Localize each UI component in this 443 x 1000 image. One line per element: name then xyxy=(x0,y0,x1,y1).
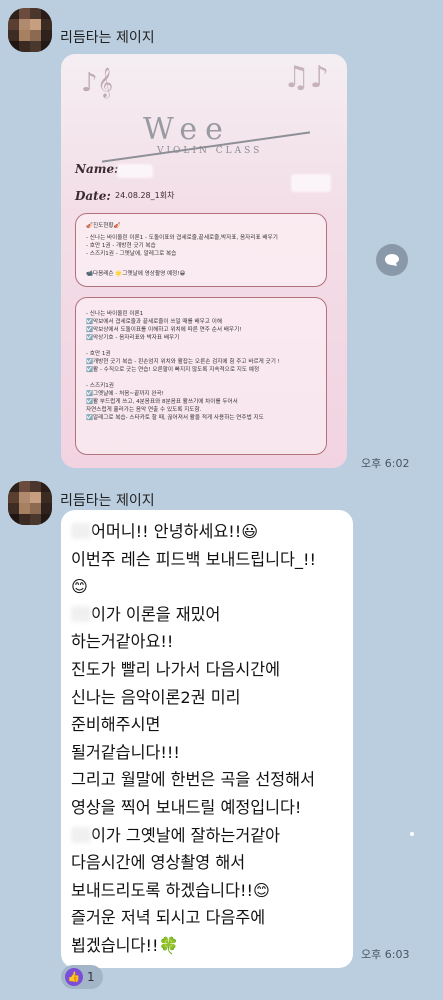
share-button[interactable] xyxy=(376,244,408,276)
sender-name: 리듬타는 제이지 xyxy=(60,493,155,509)
redacted-name xyxy=(71,826,91,843)
reaction-badge[interactable]: 👍 1 xyxy=(61,965,103,989)
redacted-name xyxy=(117,164,153,178)
box-line: ☑️그옛날에 - 처음~끝까지 완곡! xyxy=(86,391,164,397)
thumbs-up-icon: 👍 xyxy=(65,968,83,986)
message-line: 준비해주시면 xyxy=(71,715,161,735)
reaction-count: 1 xyxy=(87,970,95,984)
message-line: 하는거같아요!! xyxy=(71,632,174,652)
box-line: 📹다음레슨 🌟그옛날에 영상촬영 예정!😁 xyxy=(86,271,186,277)
message-line: 이가 그옛날에 잘하는거같아 xyxy=(71,822,343,850)
share-icon xyxy=(385,254,399,266)
box-line: 🎻진도현황🎻 xyxy=(86,223,121,229)
sender-name: 리듬타는 제이지 xyxy=(60,30,155,46)
box-line: ☑️활 부드럽게 쓰고, 4분음표와 8분음표 활쓰기에 차이를 두어서 xyxy=(86,399,238,405)
box-line: ☑️악보에서 겹세로줄과 끝세로줄이 쓰일 때를 배우고 이해 xyxy=(86,319,222,325)
card-date-value: 24.08.28_1회차 xyxy=(115,191,175,200)
message-line: 이번주 레슨 피드백 보내드립니다_!! xyxy=(71,549,317,569)
card-name-label: Name: xyxy=(75,162,119,176)
redacted-mark xyxy=(291,174,331,192)
card-logo: Wee xyxy=(143,112,231,147)
scroll-indicator-dot xyxy=(410,832,414,836)
box-line: 자연스럽게 흘러가는 음악 연출 수 있도록 지도함. xyxy=(86,407,202,413)
message-line: 뵙겠습니다!!🍀 xyxy=(71,935,179,955)
image-message[interactable]: ♪𝄞 ♫♪ Wee VIOLIN CLASS Name: Date: 24.08… xyxy=(61,54,347,468)
music-notes-decoration: ♫♪ xyxy=(282,60,329,95)
message-time: 오후 6:03 xyxy=(361,948,410,961)
box-line: - 호만 1권 xyxy=(86,351,111,357)
card-date-label: Date: xyxy=(75,189,111,203)
avatar[interactable] xyxy=(8,8,52,52)
box-line: ☑️악보상에서 도돌이표를 이해하고 위치에 따른 연주 순서 배우기! xyxy=(86,327,242,333)
box-line: ☑️활 - 수직으로 긋는 연습! 오른팔이 빠지지 않도록 지속적으로 지도 … xyxy=(86,367,260,373)
box-line: - 신나는 바이올린 이론1 xyxy=(86,311,144,317)
box-line: ☑️알레그로 복습- 스타카토 할 때, 끊어져서 활을 적게 사용하는 연주법… xyxy=(86,415,264,421)
message-line: 될거같습니다!!! xyxy=(71,742,180,762)
message-line: 보내드리도록 하겠습니다!!😊 xyxy=(71,880,270,900)
message-line: 영상을 찍어 보내드릴 예정입니다! xyxy=(71,797,302,817)
avatar[interactable] xyxy=(8,481,52,525)
box-line: - 스즈키1권 - 그옛날에, 알레그로 복습 xyxy=(86,251,177,257)
message-line: 진도가 빨리 나가서 다음시간에 xyxy=(71,659,281,679)
card-logo-subtitle: VIOLIN CLASS xyxy=(157,146,263,156)
progress-box: 🎻진도현황🎻 - 신나는 바이올린 이론1 - 도돌이표와 겹세로줄,끝세로줄,… xyxy=(75,213,327,287)
message-time: 오후 6:02 xyxy=(361,457,410,470)
box-line: - 신나는 바이올린 이론1 - 도돌이표와 겹세로줄,끝세로줄,박자표, 음자… xyxy=(86,235,278,241)
redacted-name xyxy=(71,523,91,539)
details-box: - 신나는 바이올린 이론1 ☑️악보에서 겹세로줄과 끝세로줄이 쓰일 때를 … xyxy=(75,297,327,455)
message-line: 다음시간에 영상촬영 해서 xyxy=(71,853,246,873)
message-line: 그리고 월말에 한번은 곡을 선정해서 xyxy=(71,770,315,790)
music-notes-decoration: ♪𝄞 xyxy=(81,68,113,98)
box-line: ☑️악상기호 - 음자리표와 박자표 배우기 xyxy=(86,335,180,341)
message-line: 즐거운 저녁 되시고 다음주에 xyxy=(71,908,266,928)
text-message-bubble[interactable]: 어머니!! 안녕하세요!!😃 이번주 레슨 피드백 보내드립니다_!! 😊 이가… xyxy=(61,510,353,968)
message-line: 어머니!! 안녕하세요!!😃 xyxy=(71,518,343,546)
box-line: - 호만 1권 - 개방현 긋기 복습 xyxy=(86,243,156,249)
message-line: 이가 이론을 재밌어 xyxy=(71,601,343,629)
box-line: ☑️개방현 긋기 복습 - 왼손엄지 위치와 활잡는 오른손 검지에 힘 주고 … xyxy=(86,359,280,365)
redacted-name xyxy=(71,605,91,622)
message-line: 😊 xyxy=(71,577,88,597)
box-line: - 스즈키1권 xyxy=(86,383,114,389)
message-line: 신나는 음악이론2권 미리 xyxy=(71,687,241,707)
